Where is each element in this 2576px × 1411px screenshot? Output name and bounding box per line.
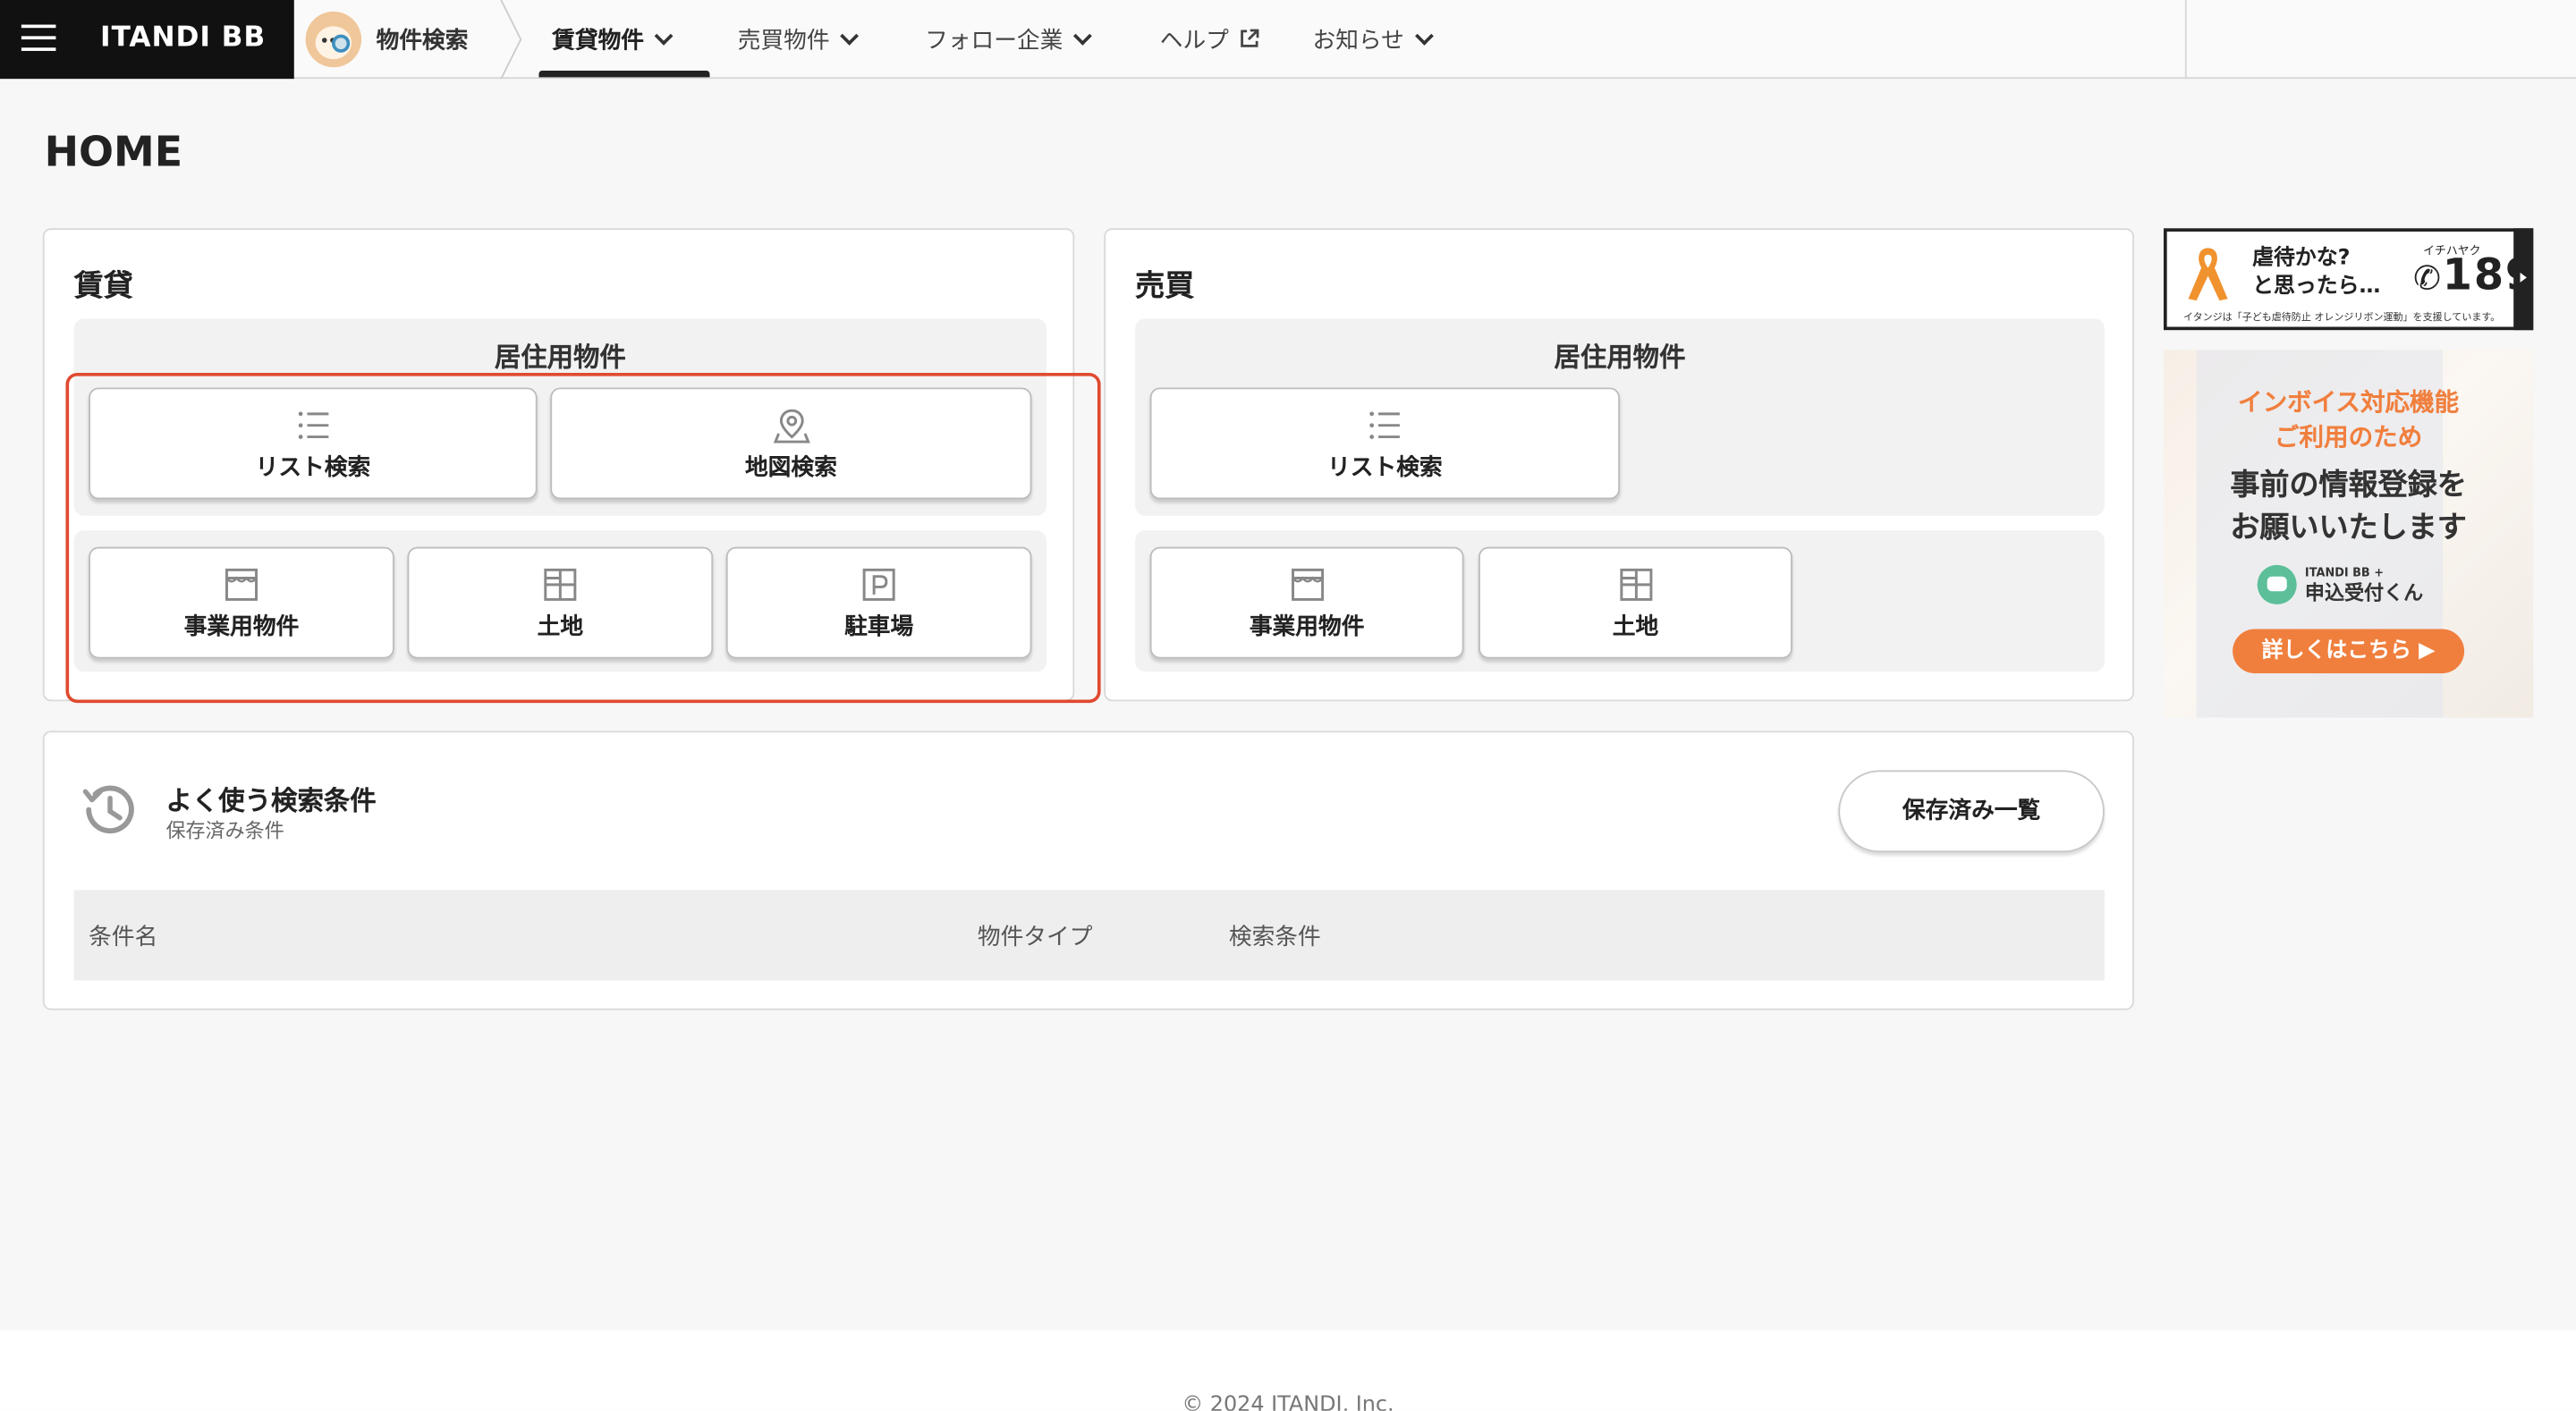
list-icon (297, 411, 328, 439)
button-label: 土地 (1612, 613, 1659, 641)
button-label: 事業用物件 (1249, 613, 1365, 641)
rental-card: 賃貸 居住用物件 リスト検索 地図検索 事業用物件 土地 駐車場 (42, 228, 1075, 702)
saved-list-button[interactable]: 保存済み一覧 (1838, 770, 2105, 853)
hotline-note: イタンジは「子ども虐待防止 オレンジリボン運動」を支援しています。 (2183, 311, 2501, 324)
rental-residential-label: 居住用物件 (494, 342, 626, 373)
button-label: 地図検索 (744, 454, 837, 482)
copyright: © 2024 ITANDI, Inc. (1182, 1392, 1394, 1411)
saved-conditions-subtitle: 保存済み条件 (165, 819, 284, 843)
hamburger-menu-icon[interactable] (21, 23, 56, 53)
column-search-conditions: 検索条件 (1228, 925, 1321, 951)
active-tab-indicator (538, 70, 710, 78)
orange-ribbon-icon (2188, 248, 2228, 301)
top-navigation: ITANDI BB 物件検索 賃貸物件 売買物件 フォロー企業 ヘルプ お知らせ (0, 0, 2576, 80)
rental-commercial-button[interactable]: 事業用物件 (89, 546, 394, 659)
button-label: 駐車場 (844, 613, 914, 641)
product-mascot-icon (2257, 564, 2297, 604)
saved-conditions-table-header: 条件名 物件タイプ 検索条件 (73, 890, 2105, 981)
button-label: 事業用物件 (183, 613, 300, 641)
footer: © 2024 ITANDI, Inc. (0, 1330, 2576, 1411)
button-label: 土地 (537, 613, 584, 641)
rental-land-button[interactable]: 土地 (407, 546, 714, 659)
sale-residential-group: 居住用物件 リスト検索 (1135, 318, 2105, 516)
chevron-down-icon (1073, 26, 1092, 45)
sale-commercial-button[interactable]: 事業用物件 (1149, 546, 1464, 659)
rental-map-search-button[interactable]: 地図検索 (550, 387, 1032, 500)
parking-icon (862, 568, 895, 601)
column-property-type: 物件タイプ (977, 925, 1093, 951)
invoice-details-button[interactable]: 詳しくはこちら ▶ (2233, 629, 2465, 674)
app-name: 物件検索 (376, 28, 469, 55)
mascot-icon (305, 11, 362, 68)
sale-residential-label: 居住用物件 (1554, 342, 1686, 373)
product-logo: ITANDI BB + 申込受付くん (2257, 564, 2423, 604)
sale-card: 売買 居住用物件 リスト検索 事業用物件 土地 (1104, 228, 2134, 702)
list-icon (1369, 411, 1400, 439)
sale-card-title: 売買 (1135, 269, 1195, 304)
map-pin-icon (772, 409, 809, 444)
brand-bar: ITANDI BB (0, 0, 294, 80)
chevron-down-icon (654, 26, 674, 45)
chevron-down-icon (1414, 26, 1434, 45)
hotline-text: 虐待かな? と思ったら… (2252, 246, 2381, 300)
nav-notices[interactable]: お知らせ (1313, 0, 1434, 77)
chevron-down-icon (840, 26, 859, 45)
land-grid-icon (544, 568, 577, 601)
history-icon (82, 785, 134, 834)
nav-help[interactable]: ヘルプ (1160, 0, 1260, 77)
saved-conditions-title: よく使う検索条件 (165, 784, 377, 816)
button-label: リスト検索 (255, 454, 371, 482)
sale-list-search-button[interactable]: リスト検索 (1149, 387, 1621, 500)
page-title: HOME (44, 128, 183, 176)
invoice-banner-heading: インボイス対応機能 ご利用のため (2238, 387, 2460, 452)
storefront-icon (225, 568, 258, 601)
external-link-icon (1241, 29, 1259, 47)
app-switcher[interactable]: 物件検索 (305, 10, 469, 69)
rental-list-search-button[interactable]: リスト検索 (89, 387, 538, 500)
sale-other-group: 事業用物件 土地 (1135, 530, 2105, 672)
sale-land-button[interactable]: 土地 (1479, 546, 1792, 659)
invoice-banner-body: 事前の情報登録を お願いいたします (2230, 468, 2467, 545)
rental-card-title: 賃貸 (73, 269, 133, 304)
nav-followed-companies[interactable]: フォロー企業 (925, 0, 1092, 77)
button-label: リスト検索 (1327, 454, 1443, 482)
nav-divider (2184, 0, 2187, 80)
breadcrumb-separator-icon (500, 0, 522, 80)
nav-rental-properties[interactable]: 賃貸物件 (552, 0, 674, 77)
hotline-189-banner[interactable]: 虐待かな? と思ったら… イチハヤク ✆189 イタンジは「子ども虐待防止 オレ… (2163, 228, 2535, 331)
invoice-banner[interactable]: インボイス対応機能 ご利用のため 事前の情報登録を お願いいたします ITAND… (2163, 350, 2534, 718)
rental-other-group: 事業用物件 土地 駐車場 (73, 530, 1046, 672)
storefront-icon (1291, 568, 1324, 601)
land-grid-icon (1619, 568, 1652, 601)
rental-residential-group: 居住用物件 リスト検索 地図検索 (73, 318, 1046, 516)
banner-arrow-icon (2513, 228, 2534, 331)
brand-logo[interactable]: ITANDI BB (100, 21, 266, 55)
column-condition-name: 条件名 (89, 925, 158, 951)
nav-sale-properties[interactable]: 売買物件 (738, 0, 859, 77)
rental-parking-button[interactable]: 駐車場 (725, 546, 1032, 659)
